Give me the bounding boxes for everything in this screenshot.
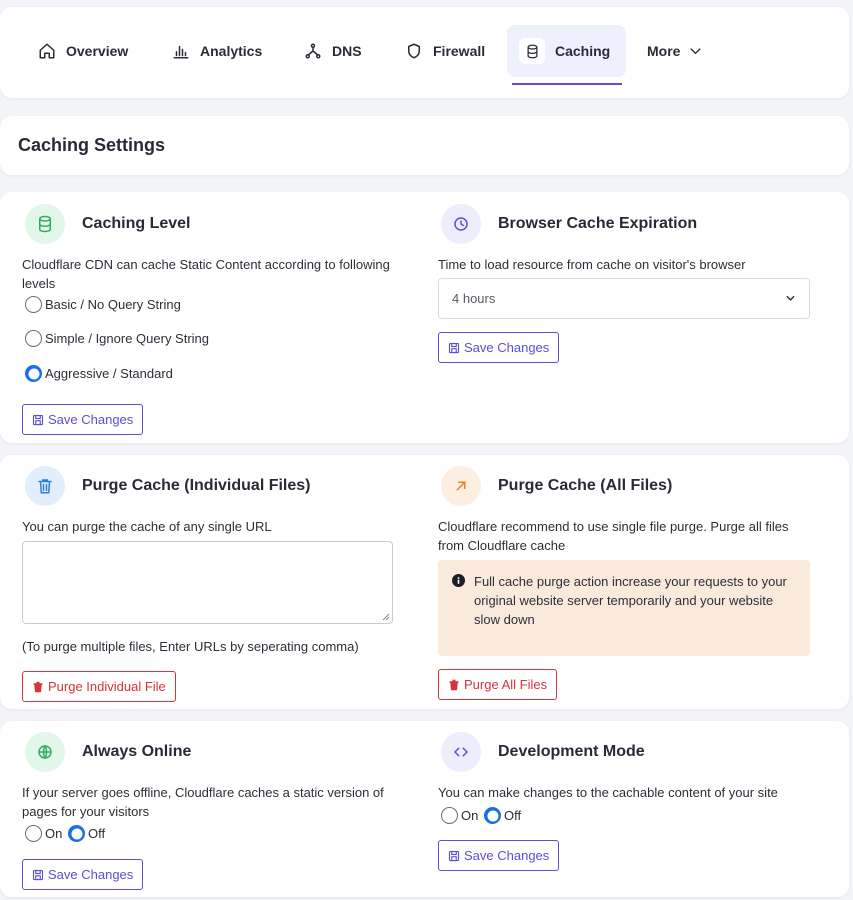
dev-mode-panel: Development Mode You can make changes to… [438,732,818,802]
button-label: Save Changes [48,867,134,882]
radio-label: Aggressive / Standard [45,366,173,381]
trash-icon [25,466,65,506]
radio-label: Simple / Ignore Query String [45,331,210,346]
page-title: Caching Settings [18,135,166,155]
purge-warning-note: Full cache purge action increase your re… [438,560,810,656]
caching-settings-row-2: Purge Cache (Individual Files) You can p… [0,455,849,709]
button-label: Save Changes [464,848,550,863]
radio-basic[interactable]: Basic / No Query String [25,296,181,313]
save-icon [448,850,460,861]
always-online-off[interactable]: Off [68,825,105,842]
radio-button-selected[interactable] [68,825,85,842]
button-label: Save Changes [464,340,550,355]
page-header: Caching Settings [0,116,849,175]
radio-button-selected[interactable] [484,807,501,824]
purge-individual-title: Purge Cache (Individual Files) [82,477,311,494]
dev-mode-off[interactable]: Off [484,807,521,824]
info-icon [452,574,465,587]
always-online-panel: Always Online If your server goes offlin… [22,732,422,821]
dev-mode-description: You can make changes to the cachable con… [438,785,778,800]
save-icon [32,414,44,425]
always-online-on[interactable]: On [25,825,62,842]
purge-hint: (To purge multiple files, Enter URLs by … [22,639,359,654]
tab-dns[interactable]: DNS [304,25,362,77]
purge-individual-description: You can purge the cache of any single UR… [22,519,272,534]
tab-label: Overview [66,43,129,59]
select-value: 4 hours [452,291,496,306]
shield-icon [408,43,420,59]
bar-chart-icon [173,45,189,59]
always-online-save-button[interactable]: Save Changes [22,859,144,890]
browser-cache-panel: Browser Cache Expiration Time to load re… [438,204,818,274]
tab-caching[interactable]: Caching [507,25,626,77]
network-icon [305,43,321,59]
purge-all-panel: Purge Cache (All Files) Cloudflare recom… [438,466,818,555]
tab-label: Caching [555,43,611,59]
code-icon [441,732,481,772]
radio-label: Off [504,808,522,823]
clock-icon [441,204,481,244]
button-label: Save Changes [48,412,134,427]
dev-mode-save-button[interactable]: Save Changes [438,840,560,871]
browser-cache-title: Browser Cache Expiration [498,215,698,232]
purge-url-textarea[interactable] [22,541,393,624]
caching-level-description: Cloudflare CDN can cache Static Content … [22,257,390,291]
browser-cache-description: Time to load resource from cache on visi… [438,257,746,272]
arrow-up-right-icon [441,466,481,506]
radio-simple[interactable]: Simple / Ignore Query String [25,330,209,347]
save-icon [448,342,460,353]
always-online-description: If your server goes offline, Cloudflare … [22,785,384,819]
tab-label: More [647,43,681,59]
radio-button[interactable] [25,330,42,347]
dev-mode-on[interactable]: On [441,807,478,824]
caching-level-save-button[interactable]: Save Changes [22,404,144,435]
tab-label: DNS [332,43,362,59]
globe-icon [25,732,65,772]
warning-text: Full cache purge action increase your re… [474,574,787,627]
radio-button[interactable] [441,807,458,824]
radio-button[interactable] [25,825,42,842]
purge-individual-button[interactable]: Purge Individual File [22,671,176,702]
radio-label: Basic / No Query String [45,297,181,312]
purge-individual-panel: Purge Cache (Individual Files) You can p… [22,466,422,536]
chevron-down-icon [786,295,795,301]
resize-handle-icon[interactable] [382,613,390,621]
save-icon [32,869,44,880]
radio-label: Off [88,826,106,841]
active-tab-underline [512,83,622,85]
button-label: Purge Individual File [48,679,166,694]
database-icon [25,204,65,244]
always-online-title: Always Online [82,743,192,760]
radio-aggressive[interactable]: Aggressive / Standard [25,365,173,382]
button-label: Purge All Files [464,677,548,692]
caching-level-panel: Caching Level Cloudflare CDN can cache S… [22,204,422,293]
database-icon [519,38,545,64]
purge-all-title: Purge Cache (All Files) [498,477,673,494]
caching-level-title: Caching Level [82,215,191,232]
top-nav: Overview Analytics DNS Firewall Caching … [0,7,849,98]
radio-button-selected[interactable] [25,365,42,382]
tab-more[interactable]: More [647,25,703,77]
trash-icon [449,679,459,690]
radio-label: On [45,826,63,841]
caching-settings-row-3: Always Online If your server goes offlin… [0,721,849,897]
browser-cache-select[interactable]: 4 hours [438,278,810,319]
caching-settings-row-1: Caching Level Cloudflare CDN can cache S… [0,192,849,443]
radio-label: On [461,808,479,823]
tab-label: Analytics [200,43,263,59]
purge-all-description: Cloudflare recommend to use single file … [438,519,789,553]
tab-label: Firewall [433,43,486,59]
purge-all-button[interactable]: Purge All Files [438,669,558,700]
home-icon [39,43,55,59]
trash-icon [33,681,43,692]
browser-cache-save-button[interactable]: Save Changes [438,332,560,363]
dev-mode-title: Development Mode [498,743,645,760]
radio-button[interactable] [25,296,42,313]
tab-firewall[interactable]: Firewall [405,25,485,77]
tab-analytics[interactable]: Analytics [172,25,262,77]
chevron-down-icon [690,47,701,54]
tab-overview[interactable]: Overview [38,25,128,77]
